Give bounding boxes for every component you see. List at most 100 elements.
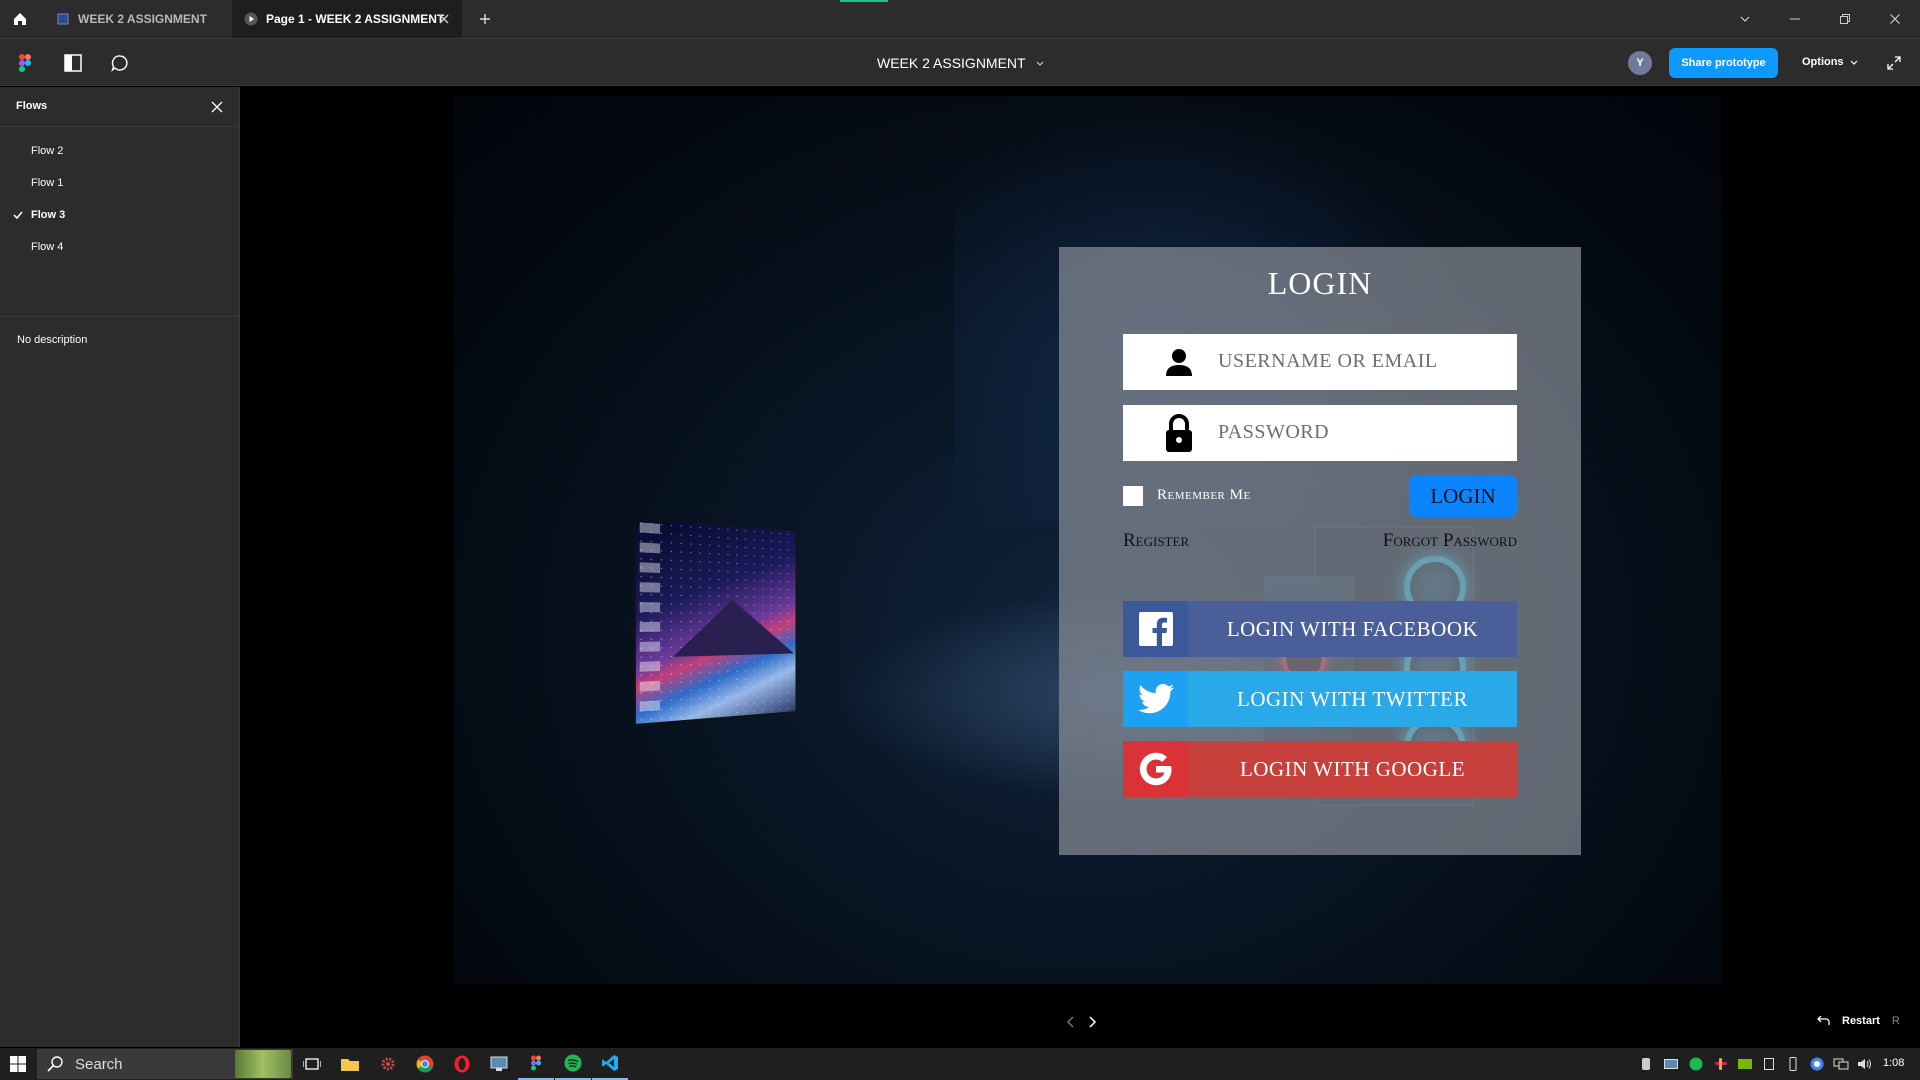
mountain-decoration [672, 598, 795, 657]
restore-button[interactable] [1822, 0, 1868, 38]
flow-item-flow-4[interactable]: Flow 4 [0, 231, 239, 263]
password-field[interactable]: PASSWORD [1123, 405, 1517, 461]
register-link[interactable]: Register [1123, 530, 1189, 552]
fullscreen-button[interactable] [1884, 53, 1904, 73]
password-placeholder: PASSWORD [1218, 421, 1330, 443]
forgot-password-link[interactable]: Forgot Password [1383, 530, 1517, 552]
minimize-icon [1790, 18, 1800, 20]
tray-notes-icon[interactable] [1758, 1048, 1780, 1080]
restart-label: Restart [1842, 1015, 1880, 1027]
username-placeholder: USERNAME OR EMAIL [1218, 350, 1438, 372]
home-button[interactable] [0, 0, 40, 38]
figma-menu-button[interactable] [13, 51, 37, 75]
chrome-button[interactable] [407, 1048, 443, 1080]
task-view-icon [303, 1058, 321, 1070]
tray-spotify-icon[interactable] [1685, 1048, 1707, 1080]
home-icon [14, 13, 26, 25]
flow-label: Flow 3 [31, 209, 66, 221]
minimize-button[interactable] [1772, 0, 1818, 38]
login-button[interactable]: LOGIN [1409, 475, 1517, 517]
taskbar-search-box[interactable]: Search [37, 1049, 293, 1079]
tray-nvidia-icon[interactable] [1734, 1048, 1756, 1080]
opera-button[interactable] [444, 1048, 480, 1080]
figma-app-button[interactable] [518, 1048, 554, 1080]
gear-icon [381, 1057, 395, 1071]
sidebar-toggle-button[interactable] [61, 51, 85, 75]
fullscreen-icon [1887, 56, 1901, 70]
tab-dropdown-button[interactable] [1722, 0, 1768, 38]
restart-icon [1817, 1016, 1830, 1025]
network-icon[interactable] [1830, 1048, 1852, 1080]
restore-icon [1840, 14, 1850, 24]
volume-icon[interactable] [1854, 1048, 1876, 1080]
accent-bar [840, 0, 888, 2]
chevron-right-icon [1089, 1016, 1097, 1028]
close-window-button[interactable] [1872, 0, 1918, 38]
tray-usb-icon[interactable] [1782, 1048, 1804, 1080]
tab-week2-assignment[interactable]: WEEK 2 ASSIGNMENT [42, 0, 230, 38]
start-button[interactable] [0, 1048, 36, 1080]
user-icon [1161, 344, 1197, 380]
figma-icon [531, 1055, 541, 1071]
share-prototype-button[interactable]: Share prototype [1669, 48, 1778, 78]
vscode-icon [602, 1055, 618, 1071]
tray-figma-icon[interactable] [1635, 1048, 1657, 1080]
flow-item-flow-3[interactable]: Flow 3 [0, 199, 239, 231]
sidebar-title: Flows [16, 100, 48, 112]
file-title: WEEK 2 ASSIGNMENT [877, 55, 1026, 71]
flow-item-flow-2[interactable]: Flow 2 [0, 135, 239, 167]
username-field[interactable]: USERNAME OR EMAIL [1123, 334, 1517, 390]
new-tab-button[interactable] [474, 8, 496, 30]
file-title-dropdown[interactable]: WEEK 2 ASSIGNMENT [877, 55, 1044, 71]
search-icon [47, 1056, 63, 1072]
title-bar: WEEK 2 ASSIGNMENT Page 1 - WEEK 2 ASSIGN… [0, 0, 1920, 38]
avatar[interactable]: Y [1628, 51, 1652, 75]
tab-page1-week2-assignment[interactable]: Page 1 - WEEK 2 ASSIGNMENT [232, 0, 462, 38]
play-icon [244, 12, 258, 26]
next-frame-button[interactable] [1083, 1012, 1103, 1032]
plus-icon [480, 14, 490, 24]
comments-button[interactable] [108, 51, 132, 75]
tab-label: WEEK 2 ASSIGNMENT [78, 12, 207, 26]
flow-label: Flow 1 [31, 177, 64, 189]
search-highlight-image [235, 1050, 291, 1078]
remember-me-checkbox[interactable] [1123, 486, 1143, 506]
task-view-button[interactable] [294, 1048, 330, 1080]
prototype-frame: LOGIN USERNAME OR EMAIL PASSWORD Remembe… [454, 96, 1721, 984]
background-monitor-image [634, 516, 797, 726]
spotify-button[interactable] [555, 1048, 591, 1080]
settings-app-button[interactable] [370, 1048, 406, 1080]
chrome-icon [416, 1055, 434, 1073]
google-icon [1123, 741, 1188, 797]
taskbar-clock[interactable]: 1:08 [1883, 1057, 1904, 1069]
google-button-label: LOGIN WITH GOOGLE [1239, 756, 1466, 781]
login-with-twitter-button[interactable]: LOGIN WITH TWITTER [1123, 671, 1517, 727]
spotify-icon [564, 1054, 582, 1072]
close-tab-icon[interactable] [436, 11, 452, 27]
login-with-google-button[interactable]: LOGIN WITH GOOGLE [1123, 741, 1517, 797]
flow-list: Flow 2 Flow 1 Flow 3 Flow 4 [0, 127, 239, 317]
facebook-icon [1123, 601, 1188, 657]
vscode-button[interactable] [592, 1048, 628, 1080]
previous-frame-button[interactable] [1060, 1012, 1080, 1032]
close-sidebar-button[interactable] [207, 97, 227, 117]
options-button[interactable]: Options [1802, 56, 1858, 68]
tray-monitor-icon[interactable] [1660, 1048, 1682, 1080]
file-explorer-button[interactable] [332, 1048, 368, 1080]
tray-chrome-icon[interactable] [1806, 1048, 1828, 1080]
remember-me-label: Remember Me [1157, 487, 1251, 503]
checkmark-icon [12, 199, 24, 231]
twitter-icon [1123, 671, 1188, 727]
folder-icon [341, 1059, 359, 1071]
tray-slack-icon[interactable] [1710, 1048, 1732, 1080]
restart-shortcut: R [1891, 1015, 1900, 1027]
sidebar-header: Flows [0, 87, 239, 127]
remote-desktop-button[interactable] [481, 1048, 517, 1080]
login-with-facebook-button[interactable]: LOGIN WITH FACEBOOK [1123, 601, 1517, 657]
chevron-left-icon [1066, 1016, 1074, 1028]
figma-icon [19, 54, 31, 72]
flow-item-flow-1[interactable]: Flow 1 [0, 167, 239, 199]
restart-button[interactable]: Restart R [1816, 1015, 1900, 1027]
login-title: LOGIN [1267, 265, 1373, 301]
tab-label: Page 1 - WEEK 2 ASSIGNMENT [266, 12, 445, 26]
